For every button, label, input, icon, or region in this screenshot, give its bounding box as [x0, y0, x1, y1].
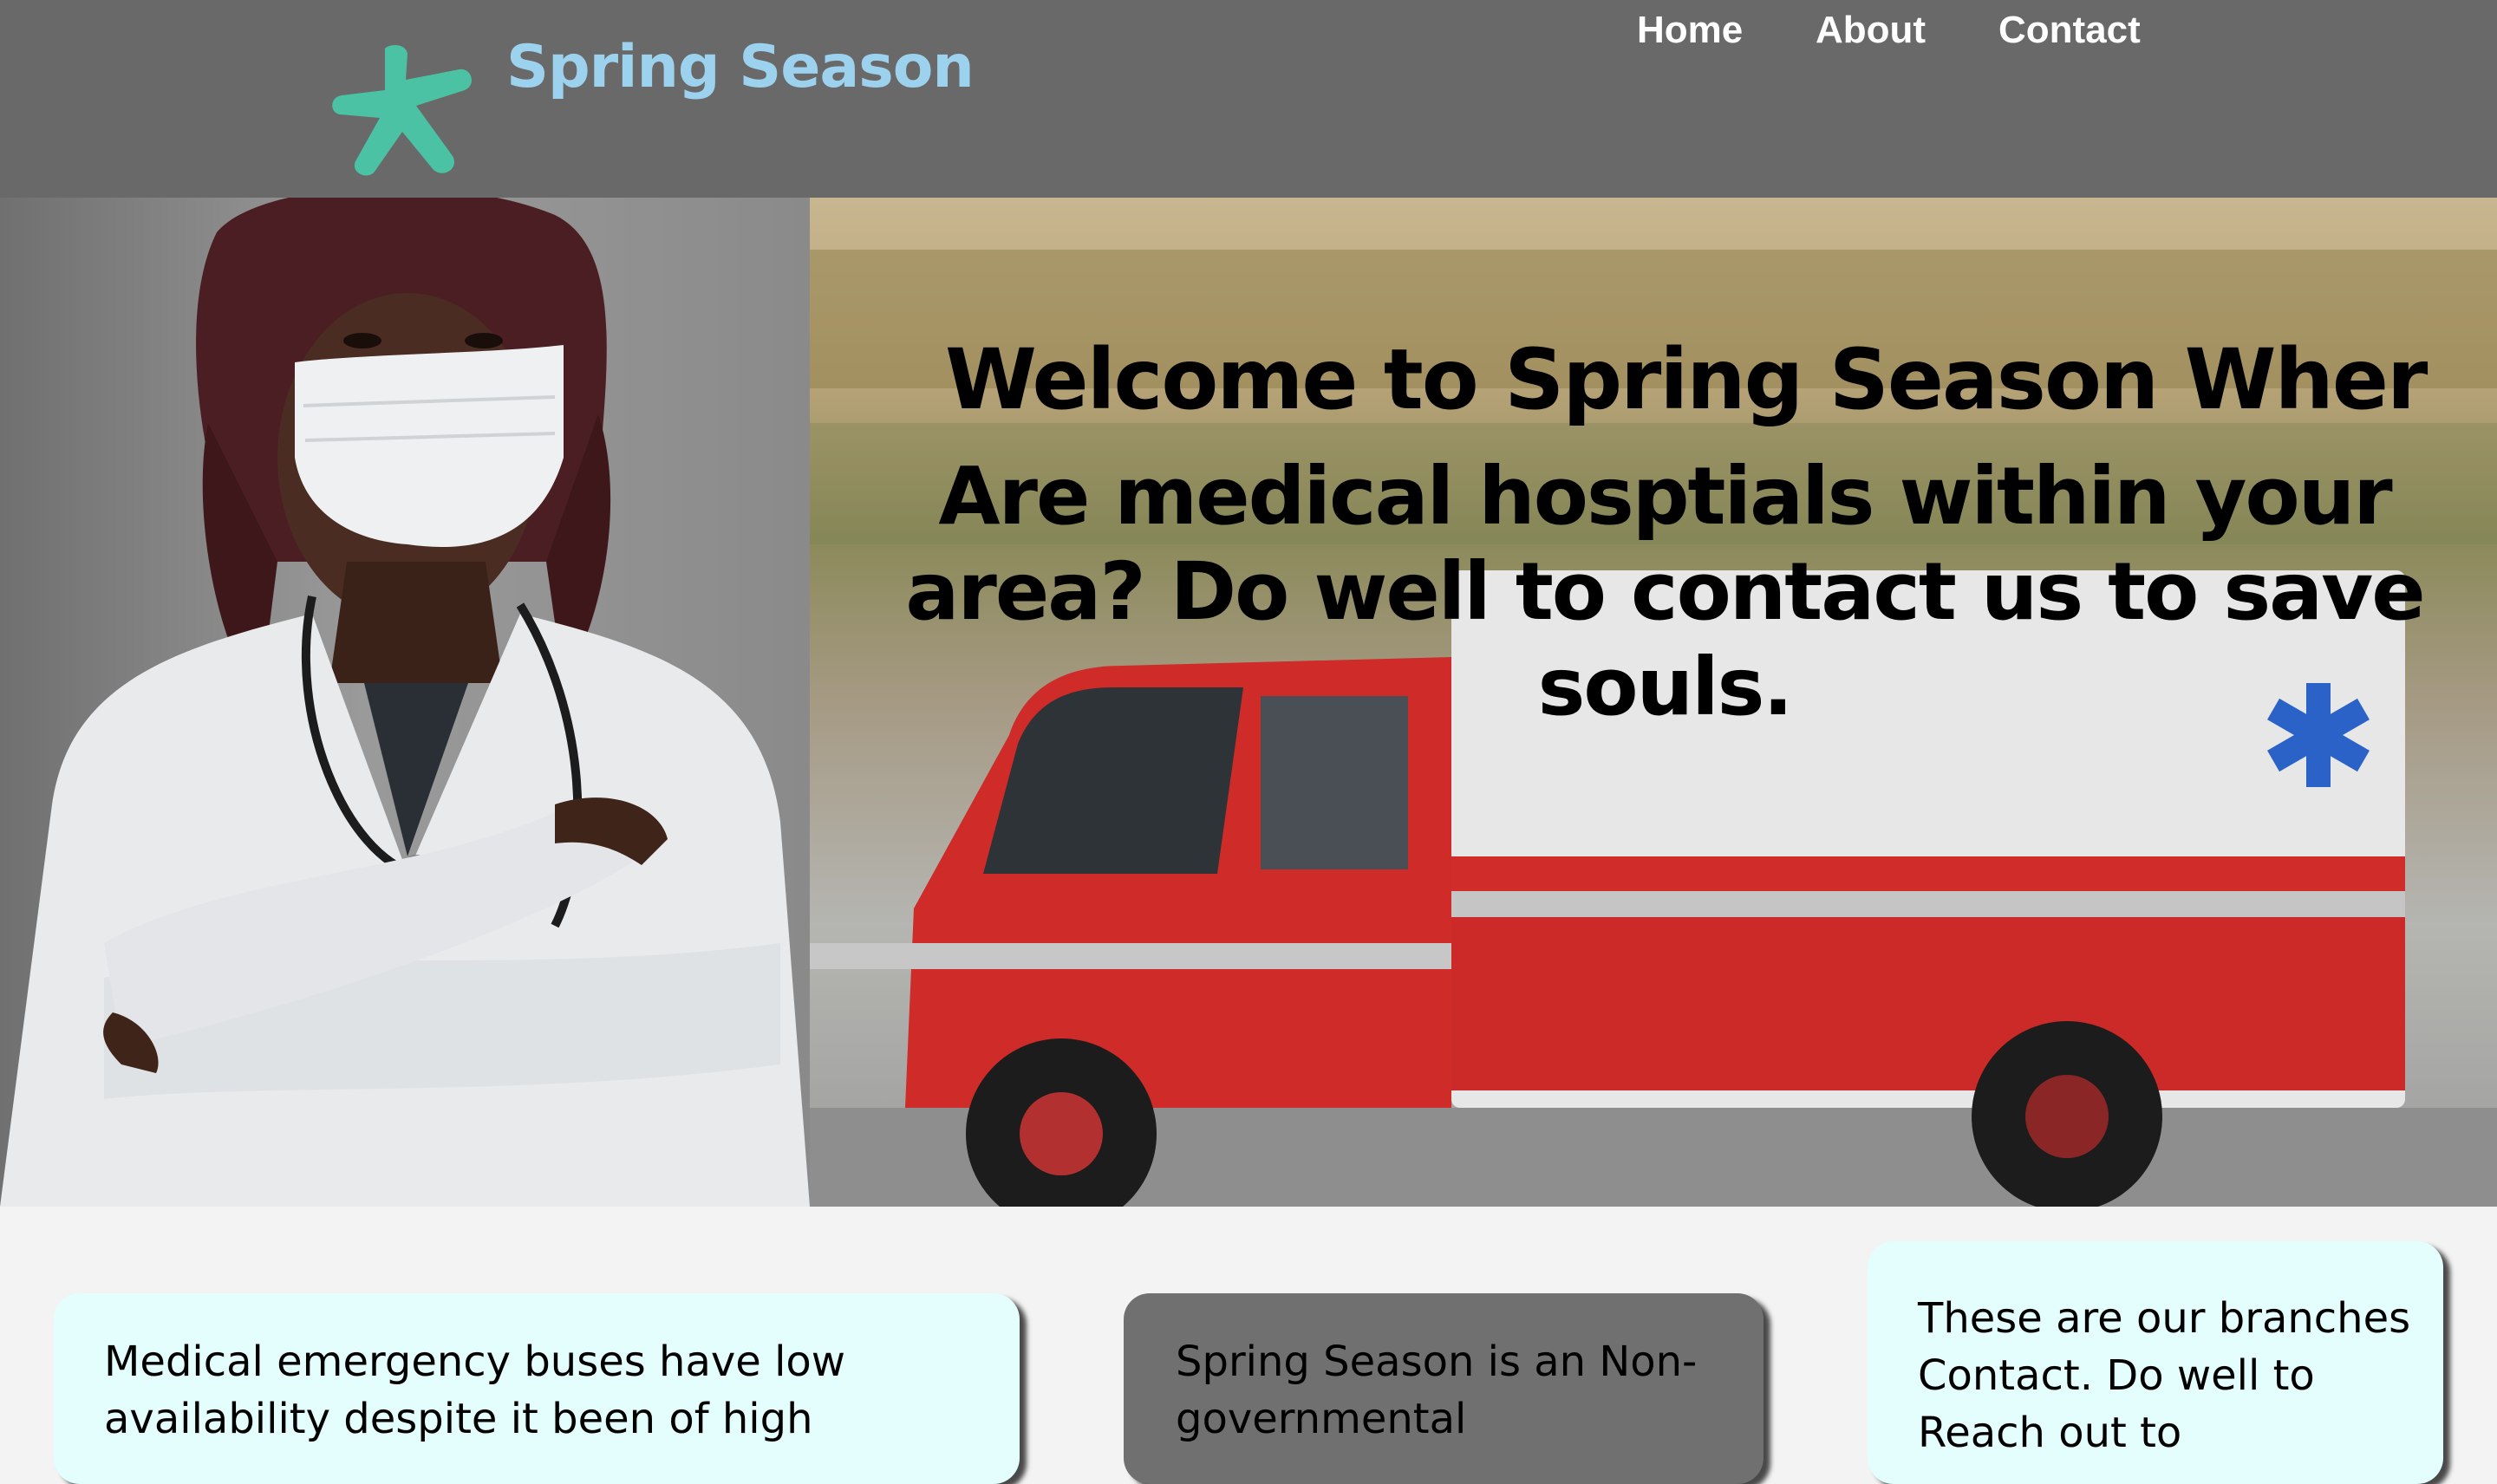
card-text: These are our branches Contact. Do well …: [1918, 1294, 2411, 1457]
nav-home-link[interactable]: Home: [1637, 9, 1743, 61]
info-card-branches: These are our branches Contact. Do well …: [1868, 1241, 2443, 1484]
hero-title: Welcome to Spring Season Wher: [945, 331, 2428, 428]
logo-icon: [332, 45, 472, 176]
nav-about-link[interactable]: About: [1816, 9, 1926, 61]
card-text: Medical emergency buses have low availab…: [104, 1338, 846, 1443]
info-card-about: Spring Season is an Non-governmental: [1124, 1293, 1764, 1484]
brand-name[interactable]: Spring Season: [506, 33, 975, 101]
site-header: Spring Season Home About Contact: [0, 0, 2497, 198]
card-text: Spring Season is an Non-governmental: [1176, 1338, 1698, 1443]
hero-banner: Welcome to Spring Season Wher Are medica…: [0, 198, 2497, 1207]
doctor-illustration: [0, 198, 810, 1207]
hero-paragraph: Are medical hosptials within your area? …: [905, 450, 2425, 733]
info-card-availability: Medical emergency buses have low availab…: [54, 1293, 1020, 1484]
nav-contact-link[interactable]: Contact: [1998, 9, 2141, 61]
doctor-photo: [0, 198, 810, 1207]
